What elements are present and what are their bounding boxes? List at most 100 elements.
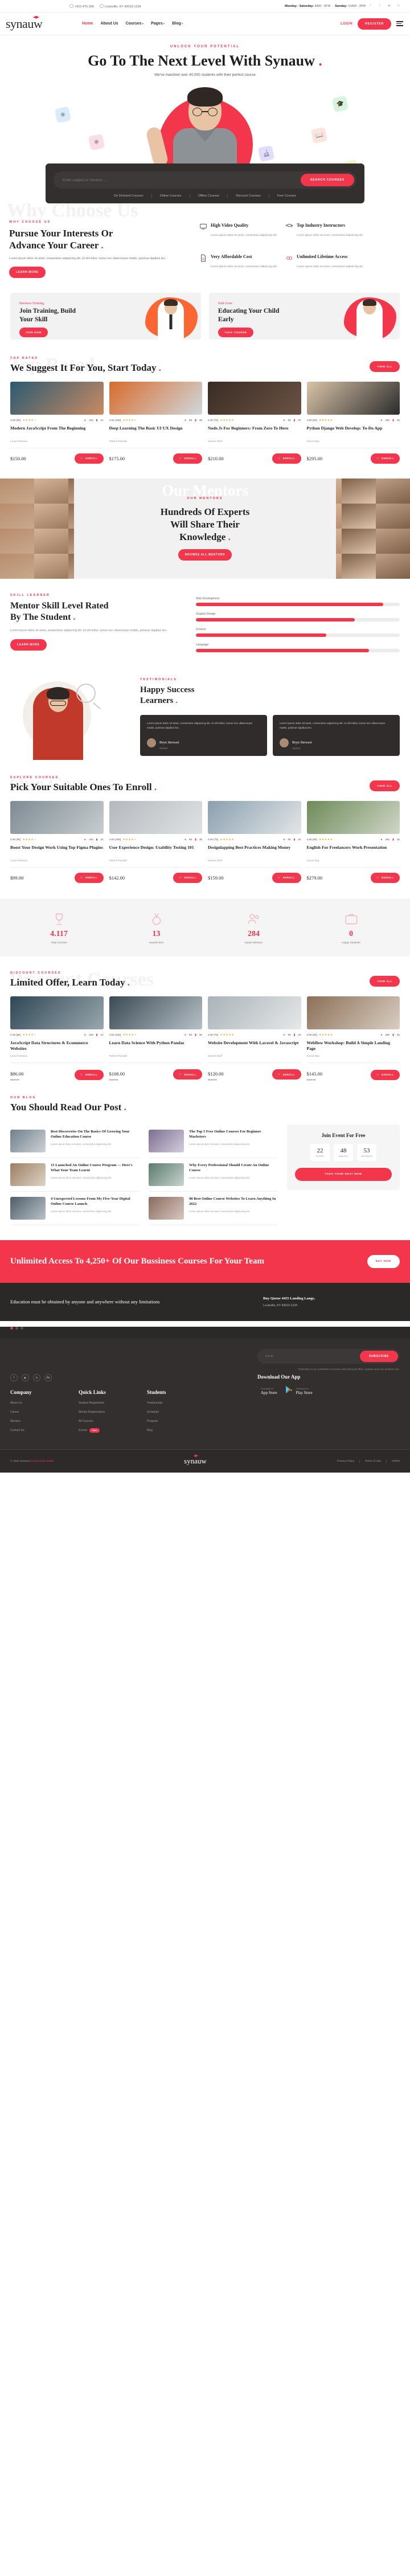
subscribe-button[interactable]: SUBSCRIBE: [360, 1351, 398, 1363]
post-thumbnail: [149, 1197, 184, 1220]
enroll-button[interactable]: 🛒 ENROLL: [371, 453, 400, 464]
students-icon: ●: [84, 1033, 86, 1037]
footer-link-schedule[interactable]: Schedule: [147, 1410, 215, 1414]
enroll-button[interactable]: 🛒 ENROLL: [272, 1069, 301, 1080]
footer-link-mentors[interactable]: Mentors: [10, 1420, 79, 1423]
view-all-button[interactable]: VIEW ALL: [370, 975, 400, 987]
privacy-policy-link[interactable]: Privacy Policy: [337, 1459, 360, 1463]
discount-courses-section: Discount Courses DISCOUNT COURSES Limite…: [0, 969, 410, 1082]
enroll-button[interactable]: 🛒 ENROLL: [173, 872, 202, 883]
nav-item-home[interactable]: Home: [82, 22, 93, 26]
course-card[interactable]: 4.80 (90) ★★★★★ ● 250 ▮ 35 Python Django Web …: [306, 381, 400, 464]
course-card[interactable]: 4.50 (150) ★★★★★ ● 95 ▮ 30 Learn Data Science…: [109, 996, 202, 1082]
mentor-photo: [34, 478, 68, 504]
testimonials-title: Happy Success Learners .: [140, 685, 195, 706]
youtube-icon[interactable]: ▶: [22, 1374, 29, 1382]
footer-link-contact-us[interactable]: Contact Us: [10, 1429, 79, 1432]
view-all-button[interactable]: VIEW ALL: [370, 361, 400, 372]
course-card[interactable]: 4.80 (90) ★★★★★ ● 250 ▮ 35 Webflow Workshop: …: [306, 996, 400, 1082]
take-course-button[interactable]: TAKE COURSE: [218, 328, 253, 338]
enroll-button[interactable]: 🛒 ENROLL: [173, 453, 202, 464]
browse-all-mentors-button[interactable]: BROWSE ALL MENTORS: [178, 549, 232, 561]
course-card[interactable]: 5.00 (75) ★★★★★ ● 99 ▮ 20 Website Development…: [208, 996, 301, 1082]
enroll-button[interactable]: 🛒 ENROLL: [74, 453, 104, 464]
blog-post-item[interactable]: Best Discoveries On The Basics Of Growin…: [10, 1125, 140, 1159]
infinity-icon: [285, 254, 293, 262]
footer-logo[interactable]: synauw: [54, 1454, 337, 1466]
footer-link-student-registration[interactable]: Student Registration: [79, 1401, 147, 1405]
why-learn-more-button[interactable]: LEARN MORE: [9, 266, 46, 278]
cart-icon: 🛒: [179, 876, 183, 879]
enroll-button[interactable]: 🛒 ENROLL: [272, 872, 301, 883]
tag-discount-courses[interactable]: Discount Courses: [228, 194, 269, 198]
search-input[interactable]: [63, 178, 301, 182]
skill-learn-more-button[interactable]: LEARN MORE: [10, 639, 47, 651]
blog-post-item[interactable]: 15 Launched An Online Course Program — H…: [10, 1158, 140, 1192]
course-card[interactable]: 4.50 (150) ★★★★★ ● 95 ▮ 30 Deep Learning The …: [109, 381, 202, 464]
blog-post-item[interactable]: The Top 5 Free Online Courses For Beginn…: [149, 1125, 278, 1159]
enroll-button[interactable]: 🛒 ENROLL: [74, 1069, 104, 1080]
lessons-icon: ▮: [96, 418, 98, 422]
course-thumbnail: [109, 996, 202, 1029]
course-card[interactable]: 5.00 (75) ★★★★★ ● 99 ▮ 20 Node.Js For Beginne…: [208, 381, 301, 464]
search-courses-button[interactable]: SEARCH COURSES: [300, 174, 354, 186]
footer-link-program[interactable]: Program: [147, 1420, 215, 1423]
users-icon: [247, 911, 261, 926]
terms-of-use-link[interactable]: Terms of Use: [365, 1459, 387, 1463]
course-card[interactable]: 4.00 (98) ★★★★★ ● 150 ▮ 24 Boost Your Design …: [10, 800, 104, 883]
nav-item-about-us[interactable]: About Us: [100, 22, 118, 26]
hamburger-menu-icon[interactable]: [396, 21, 403, 26]
take-seat-button[interactable]: TAKE YOUR SEAT NOW: [295, 1168, 392, 1181]
tag-free-courses[interactable]: Free Courses: [269, 194, 304, 198]
youtube-icon[interactable]: ▶: [388, 4, 393, 9]
enroll-button[interactable]: 🛒 ENROLL: [371, 872, 400, 883]
testimonial-illustration: [10, 674, 130, 760]
footer-link-mentor-registrations[interactable]: Mentor Registrations: [79, 1410, 147, 1414]
promo-card-kids-zone[interactable]: Kids Zone Educating Your Child Early TAK…: [209, 292, 400, 340]
footer-link-blog[interactable]: Blog: [147, 1429, 215, 1432]
logo[interactable]: synauw: [0, 15, 69, 31]
nav-item-courses[interactable]: Courses▾: [126, 22, 144, 26]
play-store-button[interactable]: Download on Play Store: [285, 1385, 313, 1397]
linkedin-icon[interactable]: in: [33, 1374, 40, 1382]
enroll-button[interactable]: 🛒 ENROLL: [173, 1069, 202, 1080]
course-card[interactable]: 4.00 (98) ★★★★★ ● 150 ▮ 24 JavaScript Data St…: [10, 996, 104, 1082]
footer-link-about-us[interactable]: About Us: [10, 1401, 79, 1405]
gdpr-link[interactable]: GDPR: [392, 1460, 400, 1463]
footer-link-events[interactable]: Events New: [79, 1428, 147, 1433]
view-all-button[interactable]: VIEW ALL: [370, 780, 400, 791]
app-store-button[interactable]: Download on App Store: [257, 1385, 277, 1397]
enroll-button[interactable]: 🛒 ENROLL: [74, 872, 104, 883]
tag-on-demand-courses[interactable]: On Demand Courses: [106, 194, 152, 198]
tag-offline-courses[interactable]: Offline Courses: [190, 194, 228, 198]
mentor-photo: [0, 528, 34, 554]
promo-card-business-training[interactable]: Business Training Join Training, Build Y…: [10, 292, 201, 340]
facebook-icon[interactable]: f: [370, 4, 375, 9]
blog-post-item[interactable]: 98 Best Online Course Websites To Learn …: [149, 1192, 278, 1226]
facebook-icon[interactable]: f: [10, 1374, 18, 1382]
carousel-dots[interactable]: [10, 1327, 400, 1330]
nav-item-pages[interactable]: Pages▾: [151, 22, 165, 26]
behance-icon[interactable]: Bē: [44, 1374, 52, 1382]
email-input[interactable]: [265, 1355, 360, 1359]
course-card[interactable]: 4.80 (90) ★★★★★ ● 250 ▮ 35 English For Freela…: [306, 800, 400, 883]
nav-item-blog[interactable]: Blog▾: [172, 22, 183, 26]
blog-post-item[interactable]: 4 Unexpected Lessons From My Five-Year D…: [10, 1192, 140, 1226]
buy-now-button[interactable]: BUY NOW: [367, 1255, 400, 1269]
blog-post-item[interactable]: Why Every Professional Should Create An …: [149, 1158, 278, 1192]
footer-link-testimonials[interactable]: Testimonials: [147, 1401, 215, 1405]
course-card[interactable]: 4.00 (98) ★★★★★ ● 150 ▮ 24 Modern JavaScript …: [10, 381, 104, 464]
footer-link-all-courses[interactable]: All Courses: [79, 1420, 147, 1423]
login-link[interactable]: LOGIN: [341, 22, 352, 26]
linkedin-icon[interactable]: in: [397, 4, 402, 9]
enroll-button[interactable]: 🛒 ENROLL: [371, 1069, 400, 1080]
course-card[interactable]: 5.00 (75) ★★★★★ ● 99 ▮ 20 Designlapping Best …: [208, 800, 301, 883]
tag-online-courses[interactable]: Online Courses: [152, 194, 190, 198]
register-button[interactable]: REGISTER: [358, 18, 391, 30]
twitter-icon[interactable]: t: [379, 4, 384, 9]
footer-link-career[interactable]: Career: [10, 1410, 79, 1414]
post-title: 4 Unexpected Lessons From My Five-Year D…: [51, 1197, 130, 1207]
enroll-button[interactable]: 🛒 ENROLL: [272, 453, 301, 464]
join-now-button[interactable]: JOIN NOW: [19, 328, 48, 338]
course-card[interactable]: 4.50 (150) ★★★★★ ● 95 ▮ 30 User Experience De…: [109, 800, 202, 883]
